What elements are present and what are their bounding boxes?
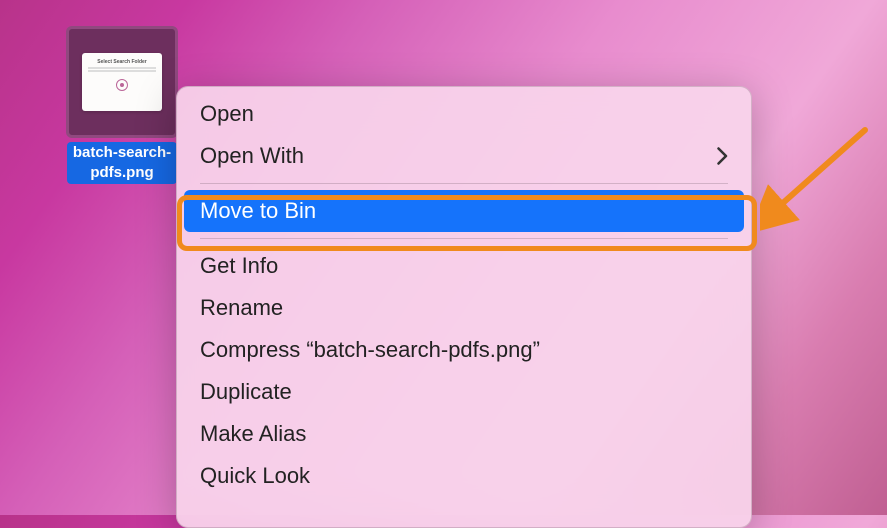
menu-item-label: Get Info — [200, 253, 278, 279]
menu-item-open[interactable]: Open — [178, 93, 750, 135]
thumbnail-title: Select Search Folder — [97, 59, 146, 65]
annotation-arrow-icon — [760, 120, 880, 240]
menu-separator — [200, 183, 728, 184]
menu-item-rename[interactable]: Rename — [178, 287, 750, 329]
file-thumbnail: Select Search Folder — [66, 26, 178, 138]
menu-item-get-info[interactable]: Get Info — [178, 245, 750, 287]
menu-item-label: Open — [200, 101, 254, 127]
menu-item-label: Make Alias — [200, 421, 306, 447]
menu-separator — [200, 238, 728, 239]
chevron-right-icon — [717, 141, 728, 172]
menu-item-make-alias[interactable]: Make Alias — [178, 413, 750, 455]
menu-item-label: Open With — [200, 143, 304, 169]
menu-item-label: Quick Look — [200, 463, 310, 489]
menu-item-compress[interactable]: Compress “batch-search-pdfs.png” — [178, 329, 750, 371]
menu-item-duplicate[interactable]: Duplicate — [178, 371, 750, 413]
menu-item-open-with[interactable]: Open With — [178, 135, 750, 177]
menu-item-label: Compress “batch-search-pdfs.png” — [200, 337, 540, 363]
desktop-file-icon[interactable]: Select Search Folder batch-search- pdfs.… — [63, 26, 181, 184]
file-label: batch-search- pdfs.png — [67, 142, 177, 184]
menu-item-label: Duplicate — [200, 379, 292, 405]
menu-item-label: Rename — [200, 295, 283, 321]
menu-item-move-to-bin[interactable]: Move to Bin — [184, 190, 744, 232]
thumbnail-preview: Select Search Folder — [82, 53, 162, 111]
menu-item-quick-look[interactable]: Quick Look — [178, 455, 750, 497]
menu-item-label: Move to Bin — [200, 198, 316, 224]
context-menu: Open Open With Move to Bin Get Info Rena… — [176, 86, 752, 528]
